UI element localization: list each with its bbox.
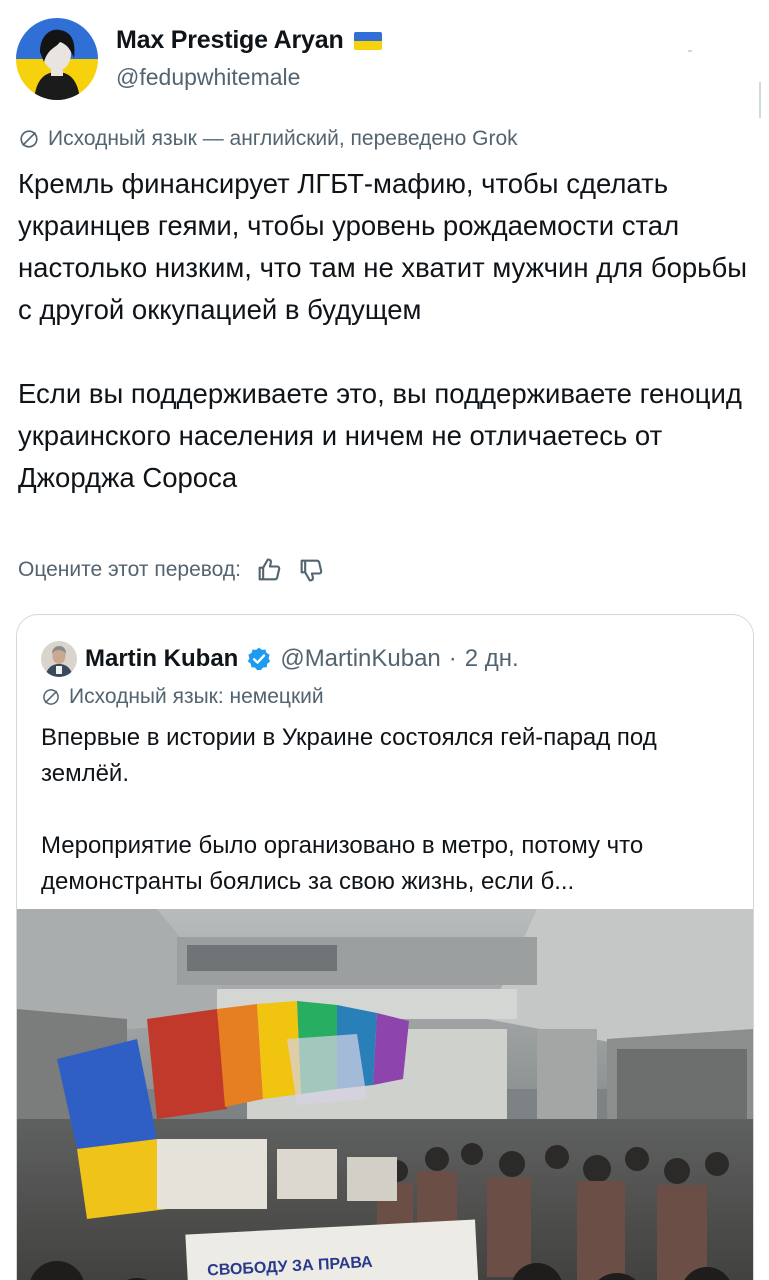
subway-parade-image: СВОБОДУ ЗА ПРАВА [17, 909, 753, 1280]
quoted-translation-note[interactable]: Исходный язык: немецкий [41, 685, 324, 709]
translation-note-text: Исходный язык — английский, переведено G… [48, 127, 518, 150]
post-paragraph: Кремль финансирует ЛГБТ-мафию, чтобы сде… [18, 168, 748, 325]
post-paragraph: Если вы поддерживаете это, вы поддержива… [18, 378, 742, 493]
author-avatar[interactable] [16, 18, 98, 100]
thumbs-down-icon[interactable] [297, 556, 325, 584]
author-display-name[interactable]: Max Prestige Aryan [116, 26, 344, 55]
quoted-post-paragraph: Впервые в истории в Украине состоялся ге… [41, 724, 657, 787]
scroll-edge-mark [759, 82, 761, 118]
quoted-post-header: Martin Kuban @MartinKuban · 2 дн. [41, 641, 519, 677]
quoted-post-card[interactable]: Martin Kuban @MartinKuban · 2 дн. Исходн… [16, 614, 754, 1280]
quoted-post-date[interactable]: 2 дн. [465, 645, 519, 673]
ukraine-flag-icon [353, 31, 382, 50]
rate-translation-row: Оцените этот перевод: [18, 556, 325, 584]
author-handle[interactable]: @fedupwhitemale [116, 64, 300, 91]
quoted-post-paragraph: Мероприятие было организовано в метро, п… [41, 832, 644, 895]
thumbs-up-icon[interactable] [255, 556, 283, 584]
author-name-row: Max Prestige Aryan [116, 26, 382, 55]
decor-mark [688, 50, 692, 52]
separator-dot: · [448, 645, 457, 672]
translation-note[interactable]: Исходный язык — английский, переведено G… [18, 127, 518, 151]
verified-badge-icon [248, 647, 271, 671]
rate-translation-label: Оцените этот перевод: [18, 558, 241, 581]
quoted-post-text: Впервые в истории в Украине состоялся ге… [41, 720, 741, 900]
quoted-author-avatar[interactable] [41, 641, 77, 677]
quoted-translation-note-text: Исходный язык: немецкий [69, 685, 324, 708]
quoted-author-handle[interactable]: @MartinKuban [280, 645, 440, 673]
translate-icon [20, 130, 38, 148]
translate-icon [43, 689, 59, 705]
tweet: Max Prestige Aryan @fedupwhitemale Исход… [0, 0, 769, 1280]
post-text: Кремль финансирует ЛГБТ-мафию, чтобы сде… [18, 163, 758, 499]
quoted-post-media[interactable]: СВОБОДУ ЗА ПРАВА [17, 909, 753, 1280]
quoted-author-name[interactable]: Martin Kuban [85, 645, 238, 673]
